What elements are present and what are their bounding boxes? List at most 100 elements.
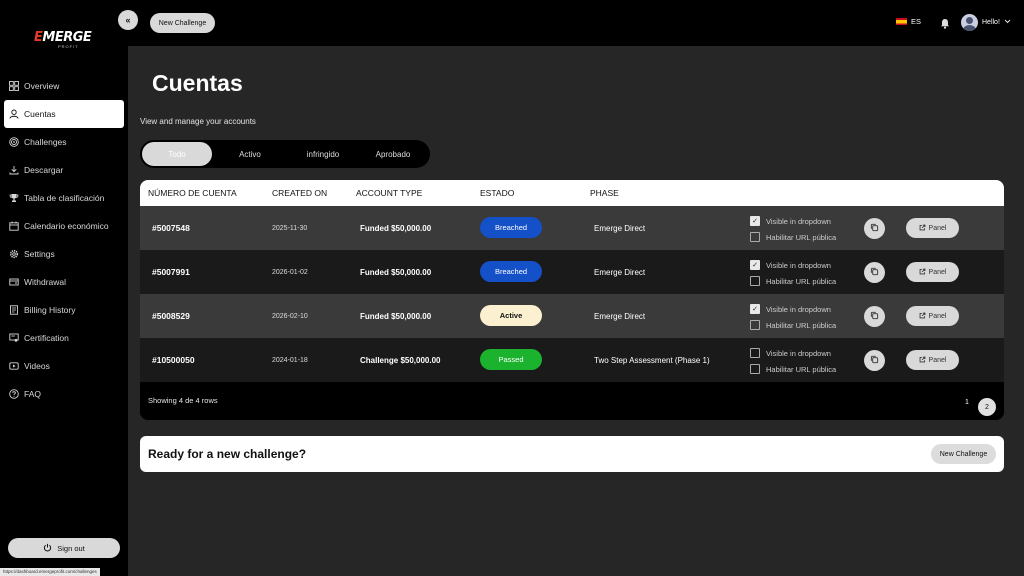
sidebar-item-cuentas[interactable]: Cuentas <box>4 100 124 128</box>
tab-aprobado[interactable]: Aprobado <box>358 142 428 166</box>
account-type: Challenge $50,000.00 <box>360 355 441 365</box>
status-url: https://dashboard.emergeprofit.com/chall… <box>0 568 100 576</box>
user-greeting: Hello! <box>982 19 1000 26</box>
sidebar-item-certification[interactable]: Certification <box>4 324 124 352</box>
user-menu[interactable]: Hello! <box>961 14 1011 31</box>
checkbox[interactable]: ✓ <box>750 216 760 226</box>
language-selector[interactable]: ES <box>896 17 921 26</box>
target-icon <box>9 137 19 147</box>
account-number[interactable]: #5008529 <box>152 294 190 338</box>
new-challenge-top-button[interactable]: New Challenge <box>150 13 215 33</box>
double-chevron-left-icon: « <box>125 15 131 25</box>
external-link-icon <box>919 312 926 321</box>
checkbox[interactable] <box>750 232 760 242</box>
sidebar-nav: Overview Cuentas Challenges Descargar Tabla … <box>4 72 124 408</box>
sidebar-item-label: Challenges <box>24 137 67 147</box>
status-badge: Breached <box>480 261 542 282</box>
checkbox[interactable] <box>750 364 760 374</box>
public-url-toggle[interactable]: Habilitar URL pública <box>750 361 836 377</box>
copy-icon <box>870 355 879 366</box>
panel-button[interactable]: Panel <box>906 350 959 370</box>
panel-button[interactable]: Panel <box>906 306 959 326</box>
copy-button[interactable] <box>864 306 885 327</box>
public-url-label: Habilitar URL pública <box>766 276 837 286</box>
sidebar-item-overview[interactable]: Overview <box>4 72 124 100</box>
tab-infringido[interactable]: infringido <box>288 142 358 166</box>
phase-text: Emerge Direct <box>594 223 646 233</box>
sign-out-button[interactable]: Sign out <box>8 538 120 558</box>
checkbox[interactable] <box>750 276 760 286</box>
visible-dropdown-label: Visible in dropdown <box>766 348 831 358</box>
public-url-toggle[interactable]: Habilitar URL pública <box>750 317 836 333</box>
account-number[interactable]: #5007548 <box>152 206 190 250</box>
sidebar-item-descargar[interactable]: Descargar <box>4 156 124 184</box>
sidebar-item-settings[interactable]: Settings <box>4 240 124 268</box>
panel-label: Panel <box>928 224 947 232</box>
withdrawal-icon <box>9 277 19 287</box>
new-challenge-button[interactable]: New Challenge <box>931 444 996 464</box>
copy-icon <box>870 311 879 322</box>
copy-button[interactable] <box>864 262 885 283</box>
filter-tabs: Todo Activo infringido Aprobado <box>140 140 430 168</box>
account-number[interactable]: #5007991 <box>152 250 190 294</box>
panel-button[interactable]: Panel <box>906 218 959 238</box>
sidebar-item-withdrawal[interactable]: Withdrawal <box>4 268 124 296</box>
sidebar-item-challenges[interactable]: Challenges <box>4 128 124 156</box>
phase-text: Emerge Direct <box>594 311 646 321</box>
brand-logo[interactable]: EMERGE PROFIT <box>34 30 94 50</box>
copy-button[interactable] <box>864 218 885 239</box>
visible-dropdown-toggle[interactable]: ✓ Visible in dropdown <box>750 301 836 317</box>
sidebar-item-billing-history[interactable]: Billing History <box>4 296 124 324</box>
page-subtitle: View and manage your accounts <box>140 117 256 126</box>
sidebar-item-tabla-de-clasificaci-n[interactable]: Tabla de clasificación <box>4 184 124 212</box>
table-row: #5007991 2026-01-02 Funded $50,000.00 Breac… <box>140 250 1004 294</box>
sidebar-item-videos[interactable]: Videos <box>4 352 124 380</box>
collapse-sidebar-button[interactable]: « <box>118 10 138 30</box>
visible-dropdown-toggle[interactable]: ✓ Visible in dropdown <box>750 257 836 273</box>
row-options: ✓ Visible in dropdown Habilitar URL públic… <box>750 257 836 289</box>
table-header: NÚMERO DE CUENTA CREATED ON ACCOUNT TYPE… <box>140 180 1004 206</box>
help-icon <box>9 389 19 399</box>
header-phase: PHASE <box>590 188 619 198</box>
sidebar-item-faq[interactable]: FAQ <box>4 380 124 408</box>
phase-text: Emerge Direct <box>594 267 646 277</box>
page-button-2[interactable]: 2 <box>978 398 996 416</box>
sidebar-item-label: FAQ <box>24 389 42 399</box>
public-url-toggle[interactable]: Habilitar URL pública <box>750 273 836 289</box>
sidebar-item-label: Videos <box>24 361 50 371</box>
phase-text: Two Step Assessment (Phase 1) <box>594 355 710 365</box>
sidebar-item-label: Cuentas <box>24 109 56 119</box>
external-link-icon <box>919 268 926 277</box>
checkbox[interactable]: ✓ <box>750 304 760 314</box>
app-root: EMERGE PROFIT Overview Cuentas Challenges D… <box>0 0 1024 576</box>
page-button-1[interactable]: 1 <box>958 393 976 411</box>
header-account-number: NÚMERO DE CUENTA <box>148 188 237 198</box>
sidebar-item-label: Calendario económico <box>24 221 109 231</box>
header-created-on: CREATED ON <box>272 188 328 198</box>
external-link-icon <box>919 224 926 233</box>
copy-button[interactable] <box>864 350 885 371</box>
row-options: ✓ Visible in dropdown Habilitar URL públic… <box>750 301 836 333</box>
table-row: #5007548 2025-11-30 Funded $50,000.00 Breac… <box>140 206 1004 250</box>
sidebar-item-calendario-econ-mico[interactable]: Calendario económico <box>4 212 124 240</box>
sidebar-item-label: Certification <box>24 333 69 343</box>
visible-dropdown-toggle[interactable]: Visible in dropdown <box>750 345 836 361</box>
bell-icon[interactable] <box>940 16 950 29</box>
created-date: 2026-01-02 <box>272 268 308 276</box>
certificate-icon <box>9 333 19 343</box>
status-badge: Breached <box>480 217 542 238</box>
billing-icon <box>9 305 19 315</box>
visible-dropdown-toggle[interactable]: ✓ Visible in dropdown <box>750 213 836 229</box>
account-number[interactable]: #10500050 <box>152 338 195 382</box>
public-url-label: Habilitar URL pública <box>766 364 837 374</box>
logo-subtext: PROFIT <box>58 44 79 49</box>
tab-todo[interactable]: Todo <box>142 142 212 166</box>
checkbox[interactable] <box>750 348 760 358</box>
panel-button[interactable]: Panel <box>906 262 959 282</box>
checkbox[interactable]: ✓ <box>750 260 760 270</box>
panel-label: Panel <box>928 268 947 276</box>
download-icon <box>9 165 19 175</box>
checkbox[interactable] <box>750 320 760 330</box>
tab-activo[interactable]: Activo <box>212 142 288 166</box>
public-url-toggle[interactable]: Habilitar URL pública <box>750 229 836 245</box>
